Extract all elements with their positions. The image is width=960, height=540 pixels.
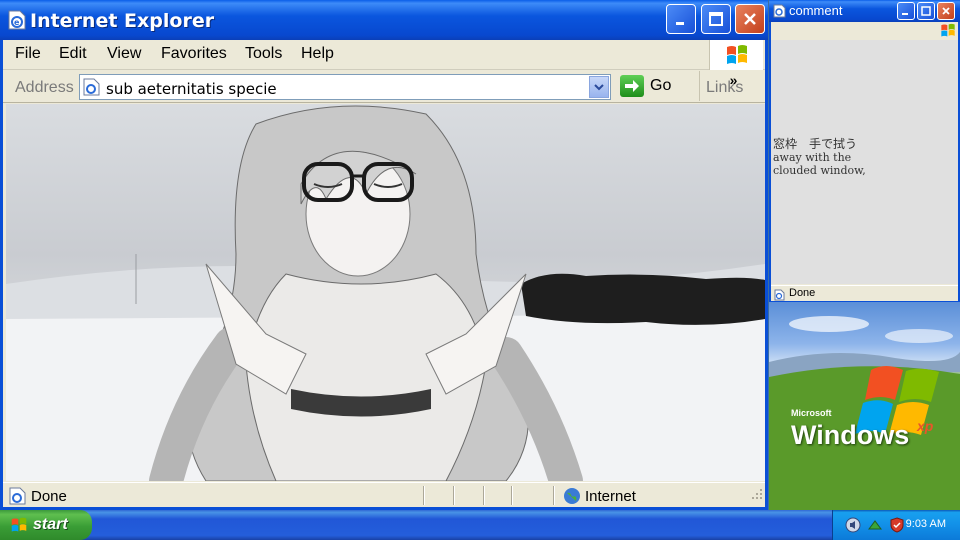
windows-wordmark: Windows bbox=[791, 420, 910, 450]
svg-text:e: e bbox=[14, 18, 20, 27]
menu-file[interactable]: File bbox=[15, 45, 41, 63]
anime-girl-illustration bbox=[6, 105, 765, 481]
ie-window-title: Internet Explorer bbox=[30, 10, 215, 32]
maximize-button[interactable] bbox=[701, 4, 731, 34]
security-zone-text: Internet bbox=[585, 488, 636, 505]
comment-content: 窓枠 手で拭う away with the clouded window, bbox=[771, 40, 958, 284]
menu-bar: File Edit View Favorites Tools Help bbox=[3, 40, 765, 70]
menu-help[interactable]: Help bbox=[301, 45, 334, 63]
web-page-content[interactable] bbox=[6, 104, 765, 481]
maximize-icon bbox=[921, 6, 931, 16]
links-button[interactable]: Links » bbox=[699, 71, 743, 101]
poem-line: clouded window, bbox=[773, 164, 866, 177]
minimize-icon bbox=[902, 13, 908, 15]
poem-line: away with the bbox=[773, 151, 852, 164]
taskbar: start 9:03 AM bbox=[0, 510, 960, 540]
status-divider bbox=[423, 486, 425, 505]
windows-flag-icon bbox=[11, 517, 27, 532]
chevron-right-double-icon[interactable]: » bbox=[730, 72, 738, 88]
go-label: Go bbox=[650, 77, 672, 94]
volume-icon[interactable] bbox=[845, 517, 861, 538]
chevron-down-icon bbox=[594, 84, 604, 91]
comment-close-button[interactable] bbox=[937, 2, 955, 20]
minimize-button[interactable] bbox=[666, 4, 696, 34]
page-icon bbox=[83, 78, 101, 101]
resize-grip-icon[interactable] bbox=[751, 487, 763, 505]
ie-page-icon bbox=[773, 4, 786, 23]
menu-edit[interactable]: Edit bbox=[59, 45, 87, 63]
comment-status-text: Done bbox=[789, 287, 816, 299]
ie-titlebar[interactable]: e Internet Explorer bbox=[0, 0, 768, 40]
comment-window: comment 窓枠 手で拭う away with the clouded wi… bbox=[769, 0, 960, 302]
links-label: Links bbox=[706, 79, 744, 96]
security-shield-icon[interactable] bbox=[889, 517, 905, 538]
comment-toolbar bbox=[771, 22, 958, 40]
menu-favorites[interactable]: Favorites bbox=[161, 45, 227, 63]
start-label: start bbox=[33, 516, 68, 533]
comment-maximize-button[interactable] bbox=[917, 2, 935, 20]
address-input[interactable]: sub aeternitatis specie bbox=[79, 74, 611, 100]
ie-page-icon: e bbox=[8, 10, 26, 35]
poem-line-japanese: 窓枠 手で拭う bbox=[773, 137, 858, 151]
maximize-icon bbox=[709, 12, 723, 26]
close-icon bbox=[744, 13, 756, 25]
address-dropdown-button[interactable] bbox=[589, 76, 609, 98]
comment-titlebar[interactable]: comment bbox=[769, 0, 960, 22]
comment-minimize-button[interactable] bbox=[897, 2, 915, 20]
ie-window: e Internet Explorer File Edit View Favor… bbox=[0, 0, 768, 510]
comment-status-bar: Done bbox=[771, 285, 958, 301]
desktop-wallpaper: Microsoft Windows xp bbox=[769, 302, 960, 510]
menu-tools[interactable]: Tools bbox=[245, 45, 282, 63]
status-divider bbox=[453, 486, 455, 505]
go-arrow-icon bbox=[620, 75, 644, 97]
page-done-icon bbox=[9, 487, 27, 510]
menu-view[interactable]: View bbox=[107, 45, 141, 63]
network-icon[interactable] bbox=[867, 517, 883, 538]
address-bar: Address sub aeternitatis specie Go Links… bbox=[3, 71, 765, 103]
status-bar: Done Internet bbox=[3, 482, 765, 507]
microsoft-wordmark: Microsoft bbox=[791, 408, 832, 418]
clock[interactable]: 9:03 AM bbox=[906, 518, 946, 530]
status-divider bbox=[553, 486, 555, 505]
address-label: Address bbox=[15, 79, 74, 96]
comment-window-title: comment bbox=[789, 3, 843, 18]
status-text: Done bbox=[31, 488, 67, 505]
start-button[interactable]: start bbox=[0, 510, 92, 540]
address-value[interactable]: sub aeternitatis specie bbox=[106, 80, 277, 98]
status-divider bbox=[483, 486, 485, 505]
windows-flag-icon bbox=[709, 40, 763, 70]
close-icon bbox=[942, 7, 950, 15]
status-divider bbox=[511, 486, 513, 505]
minimize-icon bbox=[676, 22, 684, 25]
system-tray: 9:03 AM bbox=[832, 510, 960, 540]
xp-wordmark: xp bbox=[917, 418, 934, 434]
go-button[interactable]: Go bbox=[620, 75, 671, 97]
globe-icon bbox=[563, 487, 581, 510]
close-button[interactable] bbox=[735, 4, 765, 34]
